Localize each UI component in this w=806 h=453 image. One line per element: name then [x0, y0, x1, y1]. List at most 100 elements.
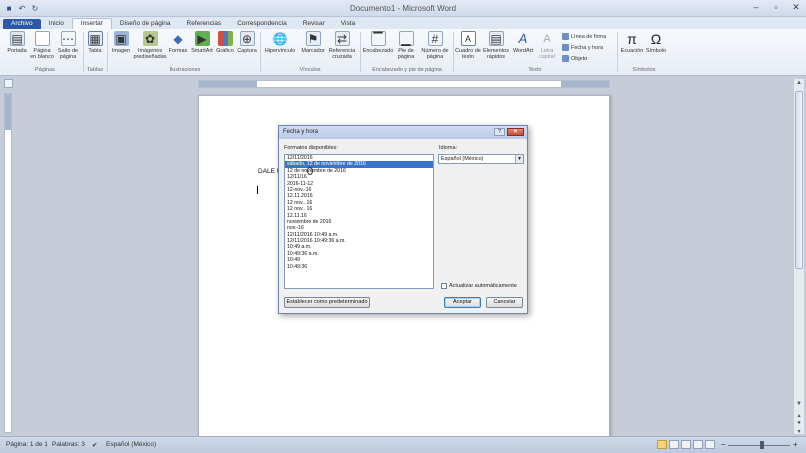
- scroll-down-icon[interactable]: ▼: [794, 401, 804, 410]
- letra-capital-button[interactable]: A Letra capital: [536, 31, 558, 60]
- zoom-out-icon[interactable]: −: [721, 440, 726, 449]
- set-default-button[interactable]: Establecer como predeterminado: [284, 297, 370, 308]
- dialog-title-bar: Fecha y hora ? ✕: [279, 126, 527, 139]
- referencia-cruzada-button[interactable]: ⇄ Referencia cruzada: [328, 31, 356, 60]
- tab-inicio[interactable]: Inicio: [41, 19, 72, 29]
- checkbox-box[interactable]: [441, 283, 447, 289]
- auto-update-label: Actualizar automáticamente: [449, 283, 517, 289]
- objeto-button[interactable]: Objeto: [562, 55, 587, 62]
- ecuacion-button[interactable]: π Ecuación: [620, 31, 644, 55]
- bookmark-icon: ⚑: [305, 31, 321, 46]
- imagen-button[interactable]: ▣ Imagen: [110, 31, 132, 54]
- window-title: Documento1 - Microsoft Word: [349, 4, 457, 13]
- zoom-slider-thumb[interactable]: [760, 441, 764, 449]
- scroll-thumb[interactable]: [795, 91, 803, 269]
- maximize-icon[interactable]: ▫: [770, 2, 782, 13]
- language-value: Español (México): [441, 156, 484, 162]
- scroll-up-icon[interactable]: ▲: [794, 80, 804, 89]
- formats-listbox[interactable]: 12/11/2016 sábado, 12 de noviembre de 201…: [284, 154, 434, 289]
- imagenes-predisenadas-button[interactable]: ✿ Imágenes prediseñadas: [133, 31, 167, 60]
- vertical-ruler[interactable]: [4, 93, 12, 433]
- cuadro-de-texto-button[interactable]: A Cuadro de texto: [455, 31, 481, 60]
- cancel-button[interactable]: Cancelar: [486, 297, 523, 308]
- tab-insertar[interactable]: Insertar: [71, 18, 112, 29]
- captura-button[interactable]: ⊕ Captura: [237, 31, 257, 54]
- salto-de-pagina-button[interactable]: ⋯ Salto de página: [57, 31, 79, 60]
- print-layout-icon[interactable]: [657, 440, 667, 449]
- text-cursor: [257, 186, 258, 194]
- vertical-scrollbar[interactable]: ▲ ▼ ▴ ● ▾: [793, 79, 804, 435]
- title-bar: ■ ↶ ↻ Documento1 - Microsoft Word – ▫ ✕: [0, 0, 806, 17]
- proofing-icon[interactable]: ✔: [92, 441, 97, 449]
- formas-button[interactable]: ◆ Formas: [168, 31, 188, 55]
- quick-parts-icon: ▤: [488, 31, 504, 46]
- chart-icon: [217, 31, 233, 46]
- date-time-icon: [562, 44, 569, 51]
- group-label-vinculos: Vínculos: [299, 67, 321, 73]
- numero-de-pagina-button[interactable]: # Número de página: [420, 31, 450, 60]
- language-select[interactable]: Español (México) ▼: [438, 154, 524, 164]
- simbolo-button[interactable]: Ω Símbolo: [645, 31, 667, 55]
- tabla-button[interactable]: ▦ Tabla: [86, 31, 104, 54]
- view-buttons: [657, 440, 715, 449]
- grafico-button[interactable]: Gráfico: [215, 31, 235, 54]
- tab-selector[interactable]: [4, 79, 13, 88]
- wordart-button[interactable]: A WordArt: [511, 30, 535, 55]
- signature-line-icon: [562, 33, 569, 40]
- marcador-button[interactable]: ⚑ Marcador: [300, 31, 326, 54]
- object-icon: [562, 55, 569, 62]
- minimize-icon[interactable]: –: [750, 2, 762, 13]
- zoom-in-icon[interactable]: +: [793, 440, 798, 449]
- page-number-icon: #: [427, 31, 443, 46]
- status-bar: Página: 1 de 1 Palabras: 3 ✔ Español (Mé…: [0, 436, 806, 453]
- web-layout-icon[interactable]: [681, 440, 691, 449]
- tab-referencias[interactable]: Referencias: [179, 19, 230, 29]
- dialog-title: Fecha y hora: [283, 129, 319, 135]
- format-option[interactable]: 10:49:36: [285, 264, 433, 270]
- outline-icon[interactable]: [693, 440, 703, 449]
- chevron-down-icon[interactable]: ▼: [515, 155, 523, 163]
- wordart-icon: A: [518, 30, 528, 46]
- tab-archivo[interactable]: Archivo: [3, 19, 41, 29]
- help-icon[interactable]: ?: [494, 128, 505, 136]
- smartart-button[interactable]: ▶ SmartArt: [190, 31, 214, 54]
- clipart-icon: ✿: [142, 31, 158, 46]
- ok-button[interactable]: Aceptar: [444, 297, 481, 308]
- tab-diseno-pagina[interactable]: Diseño de página: [112, 19, 179, 29]
- close-icon[interactable]: ✕: [790, 2, 802, 13]
- draft-icon[interactable]: [705, 440, 715, 449]
- ribbon: ▤ Portada Página en blanco ⋯ Salto de pági…: [0, 29, 806, 76]
- auto-update-checkbox[interactable]: Actualizar automáticamente: [441, 283, 517, 289]
- language-label: Idioma:: [439, 145, 458, 151]
- full-screen-reading-icon[interactable]: [669, 440, 679, 449]
- encabezado-button[interactable]: ▔ Encabezado: [363, 31, 393, 54]
- mouse-cursor: [307, 167, 313, 175]
- tab-correspondencia[interactable]: Correspondencia: [229, 19, 295, 29]
- window-controls: – ▫ ✕: [750, 2, 802, 13]
- footer-icon: ▁: [398, 31, 414, 46]
- screenshot-icon: ⊕: [239, 31, 255, 46]
- group-label-tablas: Tablas: [87, 67, 103, 73]
- portada-button[interactable]: ▤ Portada: [6, 31, 28, 54]
- language-status[interactable]: Español (México): [106, 441, 156, 448]
- pagina-en-blanco-button[interactable]: Página en blanco: [30, 31, 54, 60]
- elementos-rapidos-button[interactable]: ▤ Elementos rápidos: [482, 31, 510, 60]
- pie-de-pagina-button[interactable]: ▁ Pie de página: [394, 31, 418, 60]
- group-label-encabezado-pie: Encabezado y pie de página: [372, 67, 442, 73]
- horizontal-ruler[interactable]: [198, 80, 610, 88]
- formats-label: Formatos disponibles:: [284, 145, 338, 151]
- word-count[interactable]: Palabras: 3: [52, 441, 85, 448]
- table-icon: ▦: [87, 31, 103, 46]
- cross-reference-icon: ⇄: [334, 31, 350, 46]
- page-count[interactable]: Página: 1 de 1: [6, 441, 48, 448]
- tab-revisar[interactable]: Revisar: [295, 19, 333, 29]
- fecha-y-hora-button[interactable]: Fecha y hora: [562, 44, 603, 51]
- hipervinculo-button[interactable]: 🌐 Hipervínculo: [262, 31, 298, 55]
- tab-vista[interactable]: Vista: [333, 19, 363, 29]
- zoom-slider[interactable]: [728, 445, 790, 446]
- smartart-icon: ▶: [194, 31, 210, 46]
- linea-de-firma-button[interactable]: Línea de firma: [562, 33, 606, 40]
- picture-icon: ▣: [113, 31, 129, 46]
- close-icon[interactable]: ✕: [507, 128, 524, 136]
- hyperlink-icon: 🌐: [272, 31, 288, 46]
